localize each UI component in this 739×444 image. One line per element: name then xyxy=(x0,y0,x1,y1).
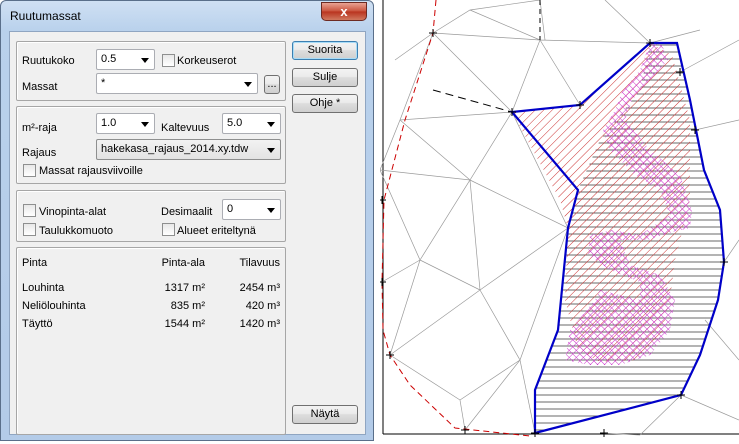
ruutukoko-label: Ruutukoko xyxy=(22,55,75,67)
vinopinta-label: Vinopinta-alat xyxy=(39,206,107,218)
desimaalit-select[interactable]: 0 xyxy=(222,199,281,220)
nayta-button[interactable]: Näytä xyxy=(292,405,358,424)
ohje-button[interactable]: Ohje * xyxy=(292,94,358,113)
m2-raja-label: m²-raja xyxy=(22,122,57,134)
results-header-pinta-ala: Pinta-ala xyxy=(161,257,205,269)
table-row-area: 1317 m² xyxy=(164,282,205,294)
suorita-label: Suorita xyxy=(307,44,343,56)
alueet-label: Alueet eriteltynä xyxy=(177,225,256,237)
results-header-pinta: Pinta xyxy=(22,257,48,269)
sulje-label: Sulje xyxy=(312,71,338,83)
kaltevuus-label: Kaltevuus xyxy=(161,122,210,134)
browse-button[interactable]: ... xyxy=(264,75,280,94)
results-group xyxy=(16,247,286,435)
results-header-tilavuus: Tilavuus xyxy=(239,257,280,269)
rajausviivoille-checkbox[interactable] xyxy=(23,164,36,177)
rajaus-value: hakekasa_rajaus_2014.xy.tdw xyxy=(101,143,249,155)
close-icon: x xyxy=(340,4,348,19)
window-title: Ruutumassat xyxy=(10,9,81,23)
table-row-area: 835 m² xyxy=(170,300,205,312)
sulje-button[interactable]: Sulje xyxy=(292,68,358,87)
desimaalit-value: 0 xyxy=(227,203,234,215)
ohje-label: Ohje * xyxy=(309,97,341,109)
table-row-volume: 1420 m³ xyxy=(239,318,280,330)
title-bar[interactable]: Ruutumassat x xyxy=(1,1,373,31)
map-canvas[interactable] xyxy=(378,0,739,441)
rajausviivoille-label: Massat rajausviivoille xyxy=(39,165,143,177)
chevron-down-icon xyxy=(267,208,275,213)
table-row-volume: 2454 m³ xyxy=(239,282,280,294)
ruutumassat-dialog: Ruutumassat x Ruutukoko 0.5 Korkeuserot … xyxy=(0,0,374,441)
table-row-name: Neliölouhinta xyxy=(22,300,86,312)
rajaus-select[interactable]: hakekasa_rajaus_2014.xy.tdw xyxy=(96,139,281,160)
korkeuserot-checkbox[interactable] xyxy=(162,54,175,67)
table-row-name: Louhinta xyxy=(22,282,65,294)
desimaalit-label: Desimaalit xyxy=(161,206,213,218)
kaltevuus-select[interactable]: 5.0 xyxy=(222,113,281,134)
chevron-down-icon xyxy=(267,148,275,153)
m2-raja-value: 1.0 xyxy=(101,117,117,129)
massat-value: * xyxy=(101,77,106,89)
massat-label: Massat xyxy=(22,81,58,93)
outer-boundary-line xyxy=(381,0,531,437)
kaltevuus-value: 5.0 xyxy=(227,117,243,129)
browse-label: ... xyxy=(267,78,277,90)
vinopinta-checkbox[interactable] xyxy=(23,204,36,217)
ruutukoko-select[interactable]: 0.5 xyxy=(96,49,155,70)
chevron-down-icon xyxy=(244,82,252,87)
m2-raja-select[interactable]: 1.0 xyxy=(96,113,155,134)
table-row-area: 1544 m² xyxy=(164,318,205,330)
dialog-client-area: Ruutukoko 0.5 Korkeuserot Massat * ... m… xyxy=(9,31,366,435)
taulukkomuoto-checkbox[interactable] xyxy=(23,223,36,236)
massat-input[interactable]: * xyxy=(96,73,258,94)
chevron-down-icon xyxy=(267,122,275,127)
close-button[interactable]: x xyxy=(321,2,367,21)
alueet-checkbox[interactable] xyxy=(162,223,175,236)
chevron-down-icon xyxy=(141,58,149,63)
table-row-volume: 420 m³ xyxy=(245,300,280,312)
taulukkomuoto-label: Taulukkomuoto xyxy=(39,225,113,237)
rajaus-label: Rajaus xyxy=(22,147,57,159)
nayta-label: Näytä xyxy=(310,408,340,420)
table-row-name: Täyttö xyxy=(22,318,53,330)
suorita-button[interactable]: Suorita xyxy=(292,41,358,60)
map-drawing xyxy=(378,0,739,437)
ruutukoko-value: 0.5 xyxy=(101,53,117,65)
korkeuserot-label: Korkeuserot xyxy=(177,55,237,67)
chevron-down-icon xyxy=(141,122,149,127)
